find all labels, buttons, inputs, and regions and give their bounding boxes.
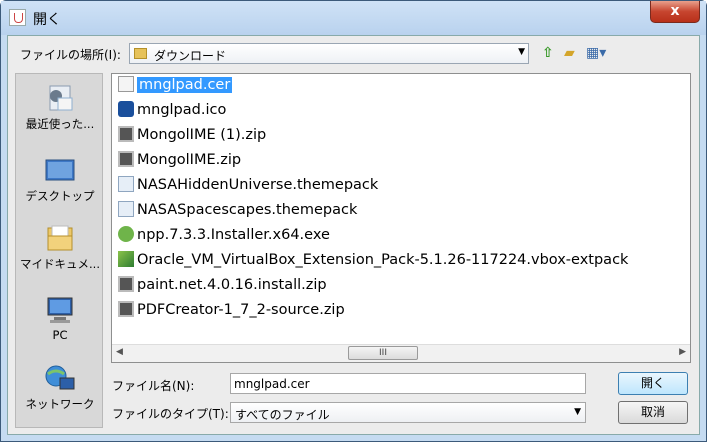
filename-input[interactable] — [230, 373, 586, 394]
zip-icon — [118, 151, 134, 167]
cancel-button[interactable]: 取消 — [618, 401, 688, 424]
place-label: ネットワーク — [25, 397, 95, 411]
desktop-icon — [44, 156, 76, 186]
installer-icon — [118, 226, 134, 242]
up-arrow-icon[interactable]: ⇧ — [542, 45, 554, 61]
places-bar: 最近使った... デスクトップ マイドキュメ... PC ネットワーク — [15, 73, 103, 428]
computer-icon — [44, 296, 76, 326]
look-in-combo[interactable]: ダウンロード ▼ — [129, 43, 529, 64]
scroll-left-icon[interactable]: ◀ — [116, 347, 123, 357]
zip-icon — [118, 301, 134, 317]
place-desktop[interactable]: デスクトップ — [16, 156, 104, 204]
zip-icon — [118, 276, 134, 292]
look-in-value: ダウンロード — [154, 49, 227, 63]
java-icon — [9, 9, 26, 26]
list-item[interactable]: Oracle_VM_VirtualBox_Extension_Pack-5.1.… — [118, 249, 628, 272]
title-bar[interactable]: 開く x — [1, 1, 706, 35]
open-button[interactable]: 開く — [618, 372, 688, 395]
list-item[interactable]: paint.net.4.0.16.install.zip — [118, 274, 327, 297]
file-list[interactable]: mnglpad.cer mnglpad.ico MongolIME (1).zi… — [111, 73, 691, 363]
place-pc[interactable]: PC — [16, 296, 104, 342]
horizontal-scrollbar[interactable]: ◀ III ▶ — [112, 344, 690, 362]
chevron-down-icon: ▼ — [574, 407, 581, 417]
list-item[interactable]: MongolIME (1).zip — [118, 124, 266, 147]
network-icon — [44, 364, 76, 394]
place-label: 最近使った... — [25, 117, 95, 131]
new-folder-icon[interactable]: ▰ — [564, 45, 575, 61]
file-name: Oracle_VM_VirtualBox_Extension_Pack-5.1.… — [137, 252, 629, 268]
file-name: PDFCreator-1_7_2-source.zip — [137, 302, 345, 318]
filetype-label: ファイルのタイプ(T): — [112, 407, 229, 421]
place-network[interactable]: ネットワーク — [16, 364, 104, 412]
list-item[interactable]: npp.7.3.3.Installer.x64.exe — [118, 224, 330, 247]
list-item[interactable]: NASAHiddenUniverse.themepack — [118, 174, 378, 197]
scroll-right-icon[interactable]: ▶ — [679, 347, 686, 357]
list-item[interactable]: NASASpacescapes.themepack — [118, 199, 357, 222]
folder-icon — [134, 48, 147, 59]
place-label: PC — [52, 328, 68, 342]
dialog-title: 開く — [33, 12, 61, 28]
place-label: マイドキュメ... — [20, 257, 100, 271]
file-name: paint.net.4.0.16.install.zip — [137, 277, 327, 293]
place-label: デスクトップ — [25, 189, 95, 203]
dialog-body: ファイルの場所(I): ダウンロード ▼ ⇧ ▰ ▦▾ 最近使った... デスク… — [7, 35, 700, 435]
themepack-icon — [118, 176, 134, 192]
place-recent[interactable]: 最近使った... — [16, 84, 104, 132]
scroll-thumb[interactable]: III — [348, 346, 418, 360]
close-button[interactable]: x — [650, 1, 700, 23]
list-item[interactable]: MongolIME.zip — [118, 149, 241, 172]
open-dialog: 開く x ファイルの場所(I): ダウンロード ▼ ⇧ ▰ ▦▾ 最近使った..… — [0, 0, 707, 442]
file-name: NASAHiddenUniverse.themepack — [137, 177, 379, 193]
filetype-combo[interactable]: すべてのファイル ▼ — [230, 402, 586, 423]
certificate-icon — [118, 76, 134, 92]
recent-icon — [44, 84, 76, 114]
list-item[interactable]: mnglpad.cer — [118, 74, 233, 97]
place-documents[interactable]: マイドキュメ... — [16, 224, 104, 272]
look-in-label: ファイルの場所(I): — [20, 48, 121, 62]
filename-label: ファイル名(N): — [112, 379, 195, 393]
file-name: mnglpad.cer — [137, 77, 233, 93]
file-name: MongolIME (1).zip — [137, 127, 267, 143]
list-item[interactable]: PDFCreator-1_7_2-source.zip — [118, 299, 345, 322]
file-name: MongolIME.zip — [137, 152, 242, 168]
chevron-down-icon: ▼ — [518, 47, 525, 57]
filetype-value: すべてのファイル — [235, 408, 330, 422]
zip-icon — [118, 126, 134, 142]
image-icon — [118, 101, 134, 117]
file-name: mnglpad.ico — [137, 102, 227, 118]
view-menu-icon[interactable]: ▦▾ — [586, 45, 606, 61]
file-name: NASASpacescapes.themepack — [137, 202, 358, 218]
list-item[interactable]: mnglpad.ico — [118, 99, 226, 122]
documents-icon — [44, 224, 76, 254]
themepack-icon — [118, 201, 134, 217]
package-icon — [118, 251, 134, 267]
file-name: npp.7.3.3.Installer.x64.exe — [137, 227, 330, 243]
